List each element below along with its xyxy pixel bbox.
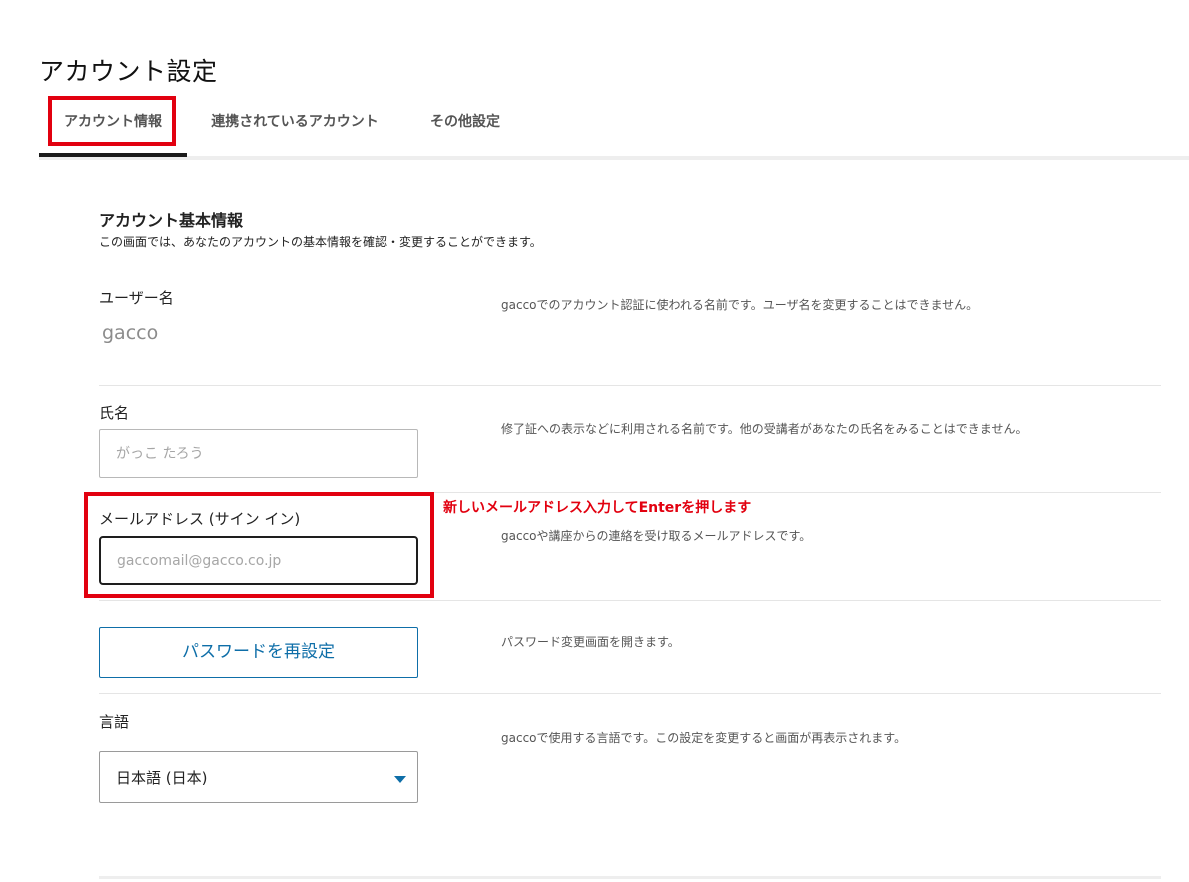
tab-bar: アカウント情報 連携されているアカウント その他設定 [39, 96, 1189, 160]
language-help: gaccoで使用する言語です。この設定を変更すると画面が再表示されます。 [501, 731, 907, 745]
language-select[interactable]: 日本語 (日本) [99, 751, 418, 803]
username-value: gacco [102, 322, 159, 344]
language-selected-value: 日本語 (日本) [116, 769, 208, 787]
tab-other-settings[interactable]: その他設定 [417, 96, 513, 153]
reset-password-button[interactable]: パスワードを再設定 [99, 627, 418, 678]
username-help: gaccoでのアカウント認証に使われる名前です。ユーザ名を変更することはできませ… [501, 298, 979, 312]
divider [99, 600, 1161, 601]
section-description: この画面では、あなたのアカウントの基本情報を確認・変更することができます。 [99, 235, 542, 249]
tab-linked-accounts[interactable]: 連携されているアカウント [199, 96, 391, 153]
divider [99, 693, 1161, 694]
password-help: パスワード変更画面を開きます。 [501, 635, 680, 649]
tab-account-info[interactable]: アカウント情報 [39, 96, 187, 157]
language-label: 言語 [99, 713, 130, 731]
email-input[interactable] [99, 536, 418, 585]
full-name-help: 修了証への表示などに利用される名前です。他の受講者があなたの氏名をみることはでき… [501, 422, 1028, 436]
chevron-down-icon [394, 776, 406, 783]
email-label: メールアドレス (サイン イン) [99, 510, 301, 528]
annotation-text: 新しいメールアドレス入力してEnterを押します [443, 500, 752, 516]
page-title: アカウント設定 [39, 57, 218, 86]
section-title: アカウント基本情報 [99, 211, 244, 230]
full-name-input[interactable] [99, 429, 418, 478]
bottom-divider [99, 876, 1161, 879]
username-label: ユーザー名 [99, 289, 174, 307]
email-help: gaccoや講座からの連絡を受け取るメールアドレスです。 [501, 529, 812, 543]
full-name-label: 氏名 [99, 404, 130, 422]
divider [99, 385, 1161, 386]
divider [99, 492, 1161, 493]
